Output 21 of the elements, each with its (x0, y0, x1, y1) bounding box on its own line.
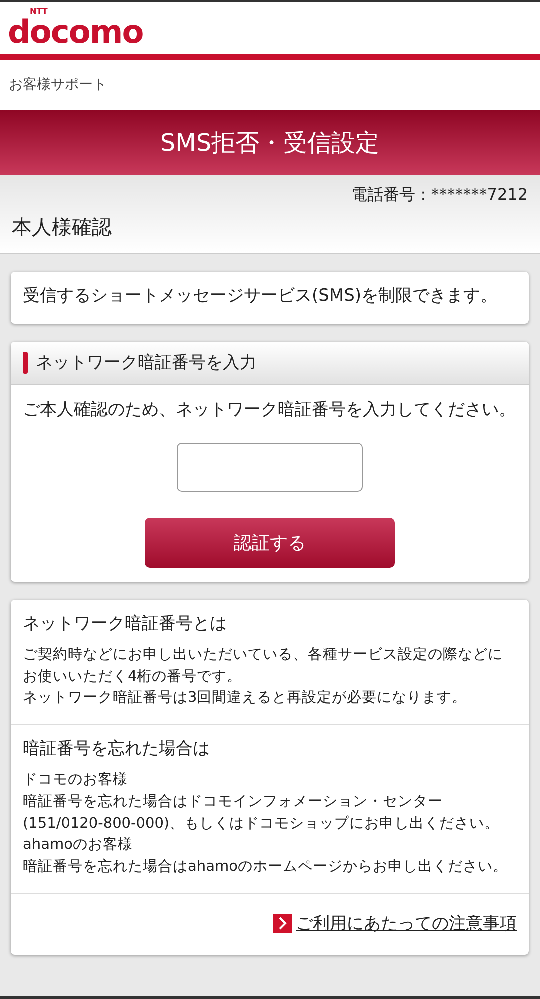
authenticate-button[interactable]: 認証する (145, 518, 395, 568)
info-text: ドコモのお客様 (23, 770, 129, 790)
breadcrumb-link[interactable]: お客様サポート (0, 60, 540, 110)
intro-text: 受信するショートメッセージサービス(SMS)を制限できます。 (22, 285, 499, 308)
phone-number: 電話番号：*******7212 (351, 185, 528, 206)
info-text: ahamoのお客様 (23, 836, 134, 856)
page-title: SMS拒否・受信設定 (0, 110, 540, 175)
notes-link[interactable]: ご利用にあたっての注意事項 (296, 912, 517, 935)
section-title: 本人様確認 (12, 214, 113, 241)
info-text: ネットワーク暗証番号は3回間違えると再設定が必要になります。 (23, 688, 468, 708)
instruction-text: ご本人確認のため、ネットワーク暗証番号を入力してください。 (23, 398, 517, 422)
card-heading: ネットワーク暗証番号を入力 (36, 352, 257, 374)
heading-marker-icon (23, 352, 28, 374)
info-heading: ネットワーク暗証番号とは (23, 612, 228, 635)
info-text: 暗証番号を忘れた場合はドコモインフォメーション・センター(151/0120-800-000)、もしくはドコモショップにお申し出ください。 (23, 792, 501, 834)
info-text: 暗証番号を忘れた場合はahamoのホームページからお申し出ください。 (23, 858, 509, 878)
info-heading: 暗証番号を忘れた場合は (23, 738, 211, 760)
pin-input-field[interactable] (177, 442, 363, 492)
chevron-right-icon (273, 914, 292, 933)
info-text: ご契約時などにお申し出いただいている、各種サービス設定の際などにお使いいただく4桁の番号です。 (23, 646, 504, 687)
docomo-logo: NTT docomo (8, 8, 144, 48)
